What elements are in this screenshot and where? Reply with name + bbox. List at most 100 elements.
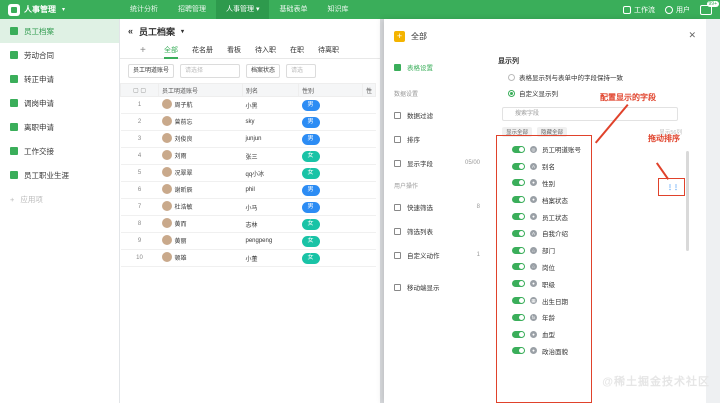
workflow-button[interactable]: 工作流 <box>623 5 655 15</box>
account-cell[interactable]: 黄而 <box>158 215 243 233</box>
menu-data-filter[interactable]: 数据过滤 <box>384 103 490 127</box>
account-cell[interactable]: 刘雨 <box>158 147 243 165</box>
nav-item[interactable]: 知识库 <box>317 0 358 19</box>
alias-cell[interactable]: pengpeng <box>242 232 299 250</box>
gender-cell[interactable]: 男 <box>298 96 363 114</box>
account-cell[interactable]: 黄丽 <box>158 232 243 250</box>
column-header[interactable]: 性别 <box>298 83 363 97</box>
menu-sort[interactable]: 排序 <box>384 127 490 151</box>
nav-item-active[interactable]: 人事管理 ▾ <box>216 0 270 19</box>
nav-item[interactable]: 基础表单 <box>269 0 317 19</box>
gender-cell[interactable]: 女 <box>298 232 363 250</box>
menu-show-fields[interactable]: 显示字段 05/00 <box>384 151 490 175</box>
alias-cell[interactable]: sky <box>242 113 299 131</box>
sidebar-item-labor-contract[interactable]: 劳动合同 <box>0 43 119 67</box>
table-row[interactable]: 6 谢昕辰 phil 男 <box>120 181 376 199</box>
table-row[interactable]: 4 刘雨 张三女 <box>120 147 376 165</box>
notification-badge: 99+ <box>706 0 719 7</box>
main-content: « 员工档案 ▾ + 全部 花名册 看板 待入职 在职 待离职 员工明道账号 请… <box>120 19 380 403</box>
table-row[interactable]: 1 周子航 小黑男 <box>120 96 376 114</box>
field-search-input[interactable]: 搜索字段 <box>502 107 678 121</box>
account-cell[interactable]: 顿雄 <box>158 249 243 267</box>
table-row[interactable]: 2 曾前忘 sky 男 <box>120 113 376 131</box>
add-view-icon[interactable]: + <box>140 45 146 56</box>
gender-cell[interactable]: 男 <box>298 130 363 148</box>
table-row[interactable]: 3 刘俊良 junjun 男 <box>120 130 376 148</box>
close-icon[interactable]: ✕ <box>688 30 696 41</box>
user-name: 杜浩敏 <box>174 204 193 211</box>
account-cell[interactable]: 曾前忘 <box>158 113 243 131</box>
tab-all[interactable]: 全部 <box>164 43 178 59</box>
menu-table-settings[interactable]: 表格设置 <box>384 55 490 79</box>
gender-cell[interactable]: 女 <box>298 147 363 165</box>
annotation-drag-label: 拖动排序 <box>648 134 680 143</box>
table-row[interactable]: 5 况翠翠 qq小冰女 <box>120 164 376 182</box>
nav-item[interactable]: 招聘管理 <box>168 0 216 19</box>
sidebar-item-handover[interactable]: 工作交接 <box>0 139 119 163</box>
account-cell[interactable]: 杜浩敏 <box>158 198 243 216</box>
user-name: 顿雄 <box>174 255 187 262</box>
filter-account-input[interactable]: 请选择 <box>180 64 241 78</box>
filter-status-input[interactable]: 请选 <box>286 64 317 78</box>
tab-pending-onboard[interactable]: 待入职 <box>255 43 276 59</box>
user-chip: 顿雄 <box>161 252 187 262</box>
account-cell[interactable]: 周子航 <box>158 96 243 114</box>
account-cell[interactable]: 谢昕辰 <box>158 181 243 199</box>
user-name: 刘俊良 <box>174 136 193 143</box>
tab-active[interactable]: 在职 <box>290 43 304 59</box>
app-switcher[interactable]: 人事管理 ▾ <box>0 3 120 16</box>
gender-cell[interactable]: 男 <box>298 113 363 131</box>
user-chip: 刘雨 <box>161 150 187 160</box>
alias-cell[interactable]: 小董 <box>242 249 299 267</box>
alias-cell[interactable]: 志林 <box>242 215 299 233</box>
top-nav: 统计分析 招聘管理 人事管理 ▾ 基础表单 知识库 <box>120 0 358 19</box>
select-all-checkbox[interactable]: ▢ ▢ <box>120 83 159 97</box>
column-header[interactable]: 性 <box>361 83 377 97</box>
user-button[interactable]: 用户 <box>665 5 690 15</box>
table-row[interactable]: 8 黄而 志林女 <box>120 215 376 233</box>
scrollbar[interactable] <box>686 151 689 251</box>
table-row[interactable]: 10 顿雄 小董女 <box>120 249 376 267</box>
sidebar-item-employee-records[interactable]: 员工档案 <box>0 19 119 43</box>
sidebar-item-regularization[interactable]: 转正申请 <box>0 67 119 91</box>
menu-custom-actions[interactable]: 自定义动作 1 <box>384 243 490 267</box>
alias-cell[interactable]: 小马 <box>242 198 299 216</box>
option-sync-form[interactable]: 表格显示列与表单中的字段保持一致 <box>498 69 698 85</box>
alias-cell[interactable]: 小黑 <box>242 96 299 114</box>
chevron-down-icon[interactable]: ▾ <box>181 28 184 35</box>
menu-quick-filter[interactable]: 快速筛选 8 <box>384 195 490 219</box>
gender-cell[interactable]: 男 <box>298 198 363 216</box>
collapse-icon[interactable]: « <box>128 26 133 36</box>
alias-cell[interactable]: qq小冰 <box>242 164 299 182</box>
sidebar-add-item[interactable]: + 应用项 <box>0 187 119 211</box>
filter-status[interactable]: 档案状态 <box>246 64 281 78</box>
gender-cell[interactable]: 男 <box>298 181 363 199</box>
user-name: 曾前忘 <box>174 119 193 126</box>
table-row[interactable]: 7 杜浩敏 小马男 <box>120 198 376 216</box>
column-header[interactable]: 别名 <box>242 83 299 97</box>
option-custom-columns[interactable]: 自定义显示列 <box>498 85 698 101</box>
sidebar-item-transfer[interactable]: 调岗申请 <box>0 91 119 115</box>
tab-pending-leave[interactable]: 待离职 <box>318 43 339 59</box>
alias-cell[interactable]: phil <box>242 181 299 199</box>
gender-cell[interactable]: 女 <box>298 249 363 267</box>
table-row[interactable]: 9 黄丽 pengpeng 女 <box>120 232 376 250</box>
sidebar-item-resignation[interactable]: 离职申请 <box>0 115 119 139</box>
account-cell[interactable]: 况翠翠 <box>158 164 243 182</box>
sidebar-item-label: 转正申请 <box>24 74 54 84</box>
account-cell[interactable]: 刘俊良 <box>158 130 243 148</box>
plane-icon <box>10 123 18 131</box>
filter-account[interactable]: 员工明道账号 <box>128 64 175 78</box>
gender-cell[interactable]: 女 <box>298 164 363 182</box>
menu-filter-list[interactable]: 筛选列表 <box>384 219 490 243</box>
alias-cell[interactable]: 张三 <box>242 147 299 165</box>
gender-cell[interactable]: 女 <box>298 215 363 233</box>
notification-icon[interactable]: 99+ <box>700 0 719 15</box>
nav-item[interactable]: 统计分析 <box>120 0 168 19</box>
column-header[interactable]: 员工明道账号 <box>158 83 243 97</box>
alias-cell[interactable]: junjun <box>242 130 299 148</box>
tab-board[interactable]: 看板 <box>227 43 241 59</box>
sidebar-item-career[interactable]: 员工职业生涯 <box>0 163 119 187</box>
menu-mobile-display[interactable]: 移动端显示 <box>384 275 490 299</box>
tab-roster[interactable]: 花名册 <box>192 43 213 59</box>
